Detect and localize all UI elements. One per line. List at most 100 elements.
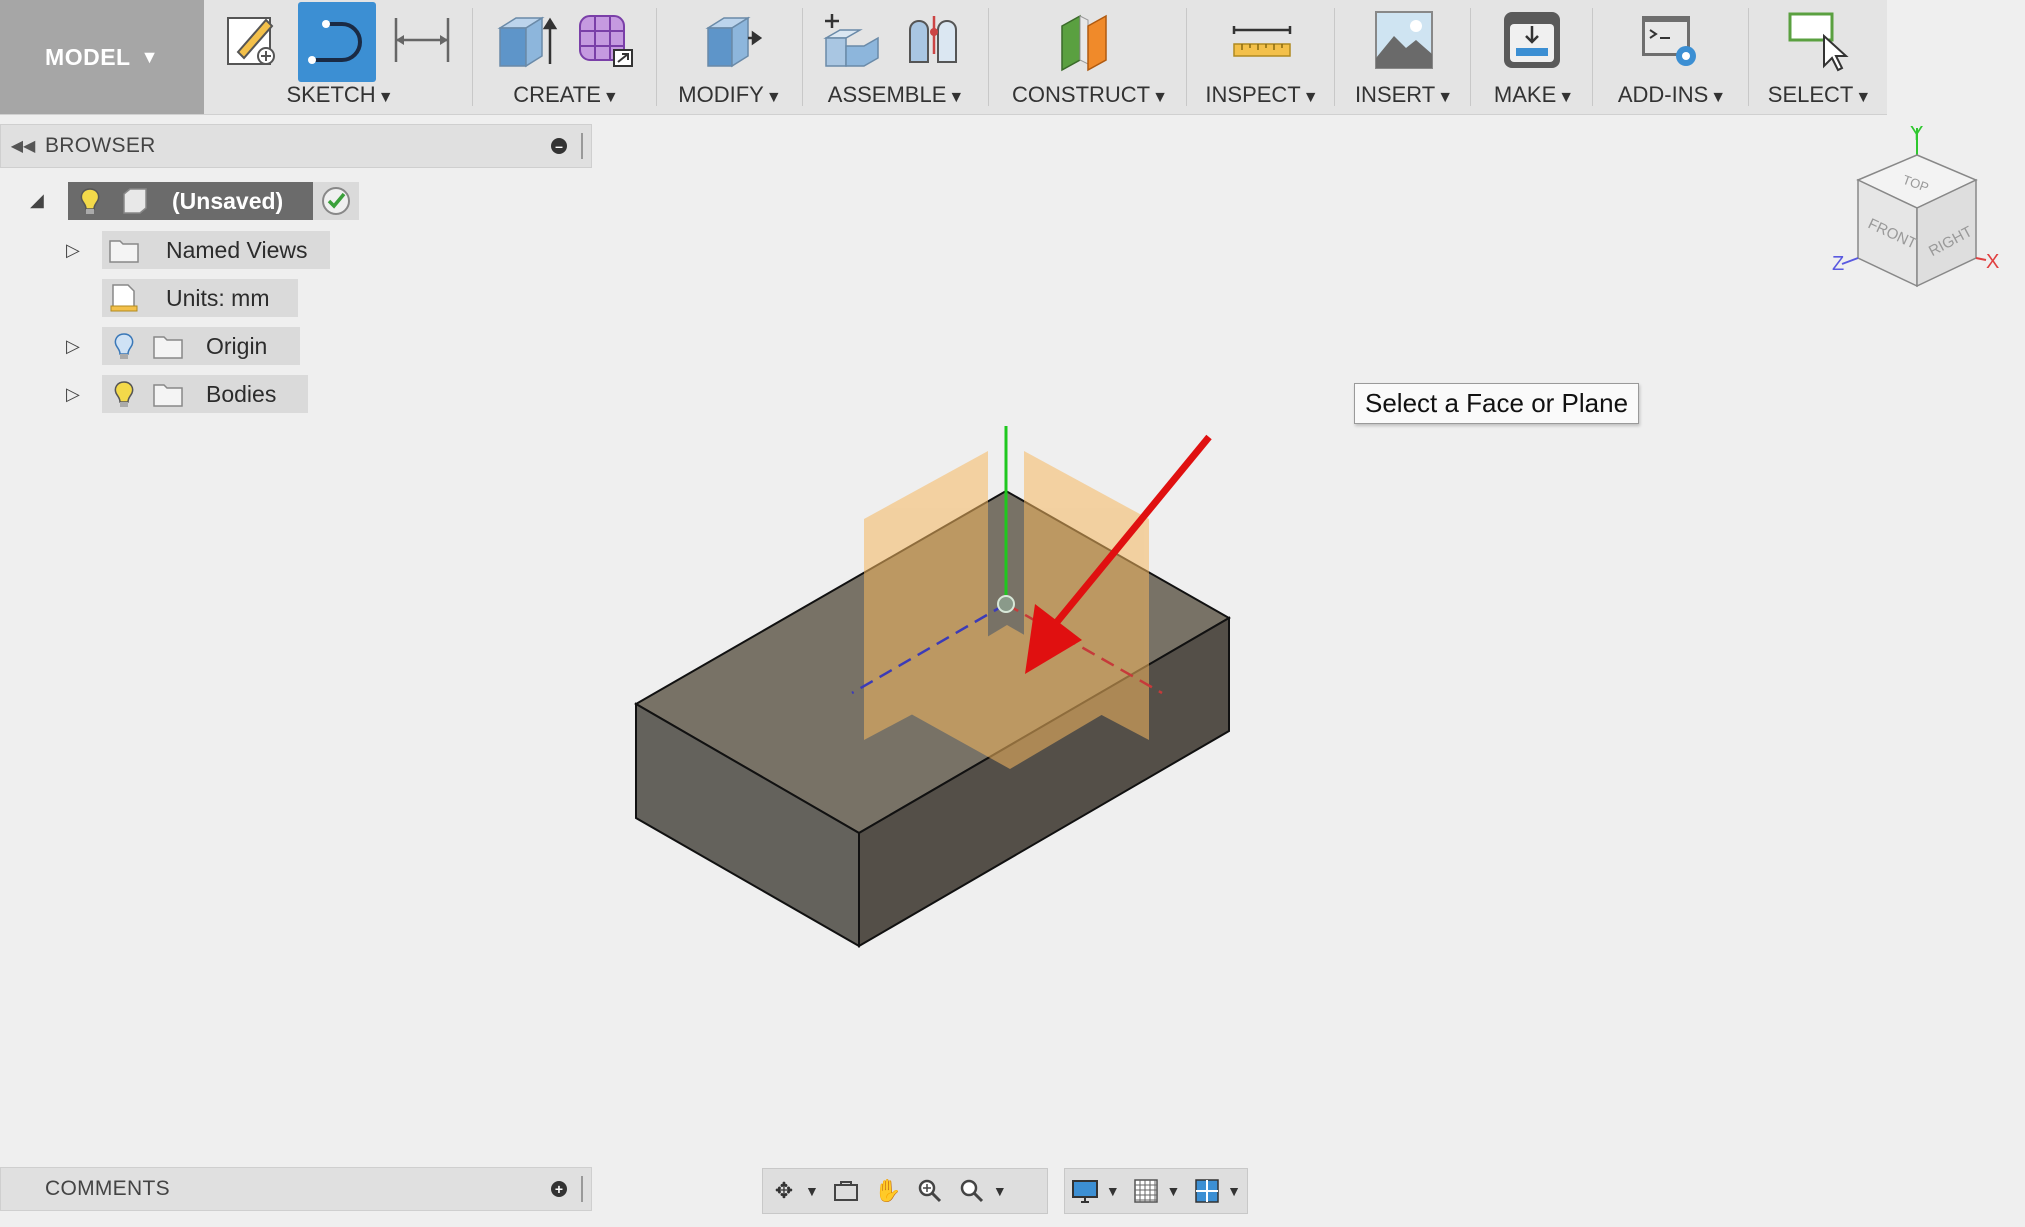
panel-resize-handle[interactable] [581, 133, 587, 159]
browser-title: BROWSER [45, 134, 156, 157]
create-sketch-icon[interactable] [220, 8, 284, 72]
folder-icon [153, 384, 183, 407]
tree-item-label: Units: mm [166, 284, 270, 311]
minimize-panel-icon[interactable]: – [551, 138, 567, 154]
tree-item-units[interactable]: Units: mm [102, 279, 298, 317]
inspect-label: INSPECT [1205, 82, 1301, 107]
insert-label: INSERT [1354, 82, 1436, 107]
collapse-panel-icon[interactable]: ◀◀ [1, 136, 45, 156]
expand-triangle-icon[interactable]: ▷ [66, 240, 80, 261]
3d-print-icon[interactable] [1500, 8, 1564, 72]
zoom-icon[interactable] [913, 1174, 947, 1208]
selection-tooltip: Select a Face or Plane [1354, 383, 1640, 424]
make-label: MAKE [1493, 82, 1557, 107]
form-icon[interactable] [574, 8, 638, 72]
make-menu[interactable]: MAKE ▼ [1474, 82, 1594, 108]
axis-x-label: X [1986, 251, 1999, 273]
view-cube[interactable]: Y TOP FRONT RIGHT Z X [1832, 123, 1999, 288]
chevron-down-icon[interactable]: ▼ [1166, 1183, 1180, 1199]
browser-header: ◀◀ BROWSER – [0, 124, 592, 168]
chevron-down-icon: ▼ [140, 46, 159, 67]
construct-menu[interactable]: CONSTRUCT ▼ [992, 82, 1188, 108]
sketch-arc-button[interactable] [298, 2, 376, 82]
axis-z-label: Z [1832, 253, 1844, 275]
fit-zoom-icon[interactable] [955, 1174, 989, 1208]
modify-menu[interactable]: MODIFY ▼ [660, 82, 800, 108]
create-label: CREATE [513, 82, 601, 107]
expand-triangle-icon[interactable]: ▷ [66, 384, 80, 405]
addins-menu[interactable]: ADD-INS ▼ [1596, 82, 1748, 108]
assemble-label: ASSEMBLE [827, 82, 947, 107]
model-canvas[interactable]: Y TOP FRONT RIGHT Z X [0, 114, 2025, 1164]
select-label: SELECT [1767, 82, 1854, 107]
chevron-down-icon[interactable]: ▼ [1106, 1183, 1120, 1199]
chevron-down-icon[interactable]: ▼ [805, 1183, 819, 1199]
toolbar: MODEL ▼ SKETCH ▼ CREATE ▼ MODIFY ▼ ASSEM… [0, 0, 1887, 115]
chevron-down-icon[interactable]: ▼ [993, 1183, 1007, 1199]
workspace-label: MODEL [45, 43, 131, 70]
select-group: SELECT ▼ [1752, 0, 1887, 114]
look-at-icon[interactable] [829, 1174, 863, 1208]
folder-icon [153, 336, 183, 359]
panel-resize-handle[interactable] [581, 1176, 587, 1202]
axis-y-label: Y [1910, 123, 1923, 145]
create-group: CREATE ▼ [476, 0, 656, 114]
assemble-group: ASSEMBLE ▼ [806, 0, 986, 114]
window-select-icon[interactable] [1786, 8, 1850, 72]
document-settings-icon [110, 284, 138, 312]
inspect-menu[interactable]: INSPECT ▼ [1190, 82, 1334, 108]
tree-item-label: Origin [206, 332, 268, 359]
sketch-menu[interactable]: SKETCH ▼ [212, 82, 468, 108]
select-menu[interactable]: SELECT ▼ [1752, 82, 1887, 108]
visibility-bulb-off-icon[interactable] [108, 331, 140, 361]
canvas-viewport[interactable]: Y TOP FRONT RIGHT Z X [0, 114, 2025, 1164]
press-pull-icon[interactable] [698, 8, 762, 72]
assemble-menu[interactable]: ASSEMBLE ▼ [806, 82, 986, 108]
component-icon [123, 188, 147, 214]
tree-item-label: Bodies [206, 380, 277, 407]
new-component-icon[interactable] [820, 8, 884, 72]
scripts-addins-icon[interactable] [1638, 8, 1702, 72]
pan-hand-icon[interactable]: ✋ [871, 1174, 905, 1208]
construct-label: CONSTRUCT [1012, 82, 1151, 107]
measure-icon[interactable] [1230, 8, 1294, 72]
display-settings-bar: ▼ ▼ ▼ [1064, 1168, 1248, 1214]
joint-icon[interactable] [904, 8, 968, 72]
modify-label: MODIFY [678, 82, 764, 107]
grid-settings-icon[interactable] [1130, 1174, 1163, 1208]
insert-group: INSERT ▼ [1338, 0, 1470, 114]
viewports-icon[interactable] [1190, 1174, 1223, 1208]
dimension-icon[interactable] [390, 8, 454, 72]
visibility-bulb-icon[interactable] [74, 186, 106, 216]
collapse-triangle-icon[interactable]: ◢ [30, 190, 44, 211]
display-settings-icon[interactable] [1069, 1174, 1102, 1208]
extrude-icon[interactable] [494, 8, 558, 72]
offset-plane-icon[interactable] [1056, 8, 1120, 72]
addins-label: ADD-INS [1617, 82, 1709, 107]
insert-menu[interactable]: INSERT ▼ [1338, 82, 1470, 108]
arc-icon [308, 20, 362, 64]
chevron-down-icon[interactable]: ▼ [1227, 1183, 1241, 1199]
visibility-bulb-icon[interactable] [108, 379, 140, 409]
create-menu[interactable]: CREATE ▼ [476, 82, 656, 108]
inspect-group: INSPECT ▼ [1190, 0, 1334, 114]
tree-item-bodies[interactable]: Bodies [102, 375, 308, 413]
workspace-switcher[interactable]: MODEL ▼ [0, 0, 204, 114]
addins-group: ADD-INS ▼ [1596, 0, 1748, 114]
tree-item-label: Named Views [166, 236, 308, 263]
comments-header: COMMENTS + [0, 1167, 592, 1211]
tree-root-row[interactable]: (Unsaved) [68, 182, 359, 220]
folder-icon [109, 240, 139, 263]
tree-item-origin[interactable]: Origin [102, 327, 300, 365]
tree-item-named-views[interactable]: Named Views [102, 231, 330, 269]
expand-triangle-icon[interactable]: ▷ [66, 336, 80, 357]
construct-group: CONSTRUCT ▼ [992, 0, 1188, 114]
add-comment-icon[interactable]: + [551, 1181, 567, 1197]
navigation-bar: ✥ ▼ ✋ ▼ [762, 1168, 1048, 1214]
make-group: MAKE ▼ [1474, 0, 1594, 114]
modify-group: MODIFY ▼ [660, 0, 800, 114]
orbit-icon[interactable]: ✥ [767, 1174, 801, 1208]
sketch-label: SKETCH [286, 82, 376, 107]
activate-check-icon[interactable] [320, 185, 352, 217]
insert-image-icon[interactable] [1372, 8, 1436, 72]
